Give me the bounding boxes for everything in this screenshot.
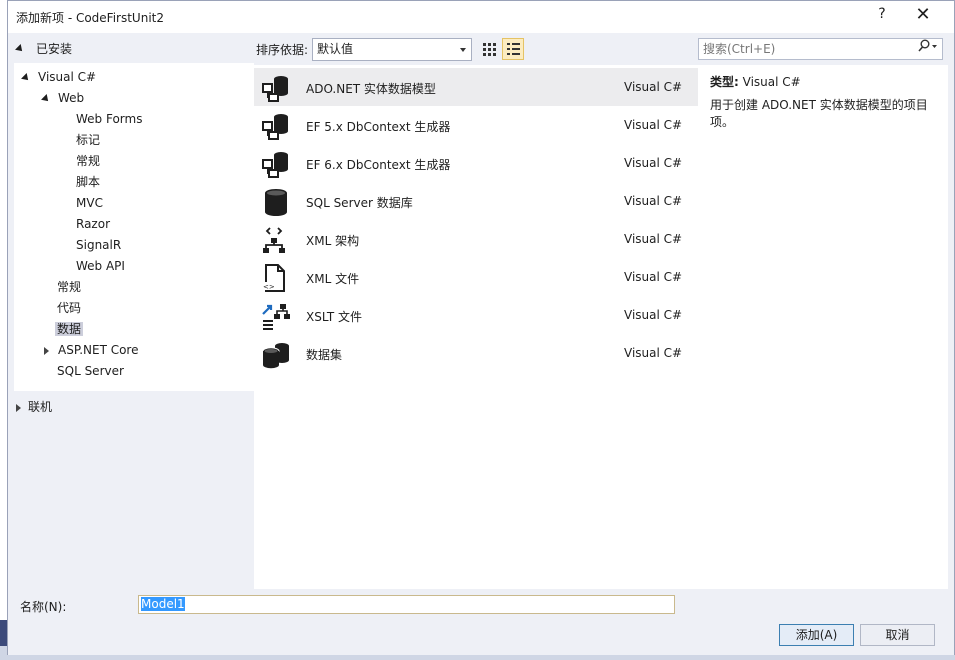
help-button[interactable]: ? [872,6,892,22]
template-item-xslt-file[interactable]: XSLT 文件 Visual C# [254,296,698,334]
tree-node-aspnet-core[interactable]: ASP.NET Core [44,340,140,360]
sort-bar: 排序依据: 默认值 [256,37,473,61]
template-name: EF 6.x DbContext 生成器 [306,158,451,172]
template-language: Visual C# [624,118,683,132]
template-name: XML 架构 [306,234,360,248]
add-button[interactable]: 添加(A) [779,624,854,646]
category-tree-panel: 已安装 Visual C# Web Web Forms 标记 常规 脚本 MVC… [8,33,254,589]
ef6-dbcontext-icon [262,152,288,178]
sort-dropdown[interactable]: 默认值 [312,37,473,61]
search-input[interactable]: 搜索(Ctrl+E) [698,38,943,60]
tree-node-razor[interactable]: Razor [74,214,112,234]
expanded-arrow-icon[interactable] [21,72,31,83]
xml-schema-icon [263,227,285,253]
list-view-button[interactable] [502,38,524,60]
database-icon [265,189,287,216]
grid-view-icon [483,43,496,56]
sort-label: 排序依据: [256,42,309,57]
template-name: ADO.NET 实体数据模型 [306,82,436,96]
svg-text:<>: <> [263,283,275,291]
dialog-title: 添加新项 - CodeFirstUnit2 [16,11,164,25]
tree-node-online[interactable]: 联机 [16,397,52,417]
expanded-arrow-icon[interactable] [41,93,51,104]
tree-node-data[interactable]: 数据 [55,319,84,339]
category-tree: Visual C# Web Web Forms 标记 常规 脚本 MVC Raz… [14,63,254,391]
close-button[interactable]: ✕ [910,4,936,25]
xml-file-icon: <> [262,264,285,292]
template-name: SQL Server 数据库 [306,196,413,210]
template-item-ef6[interactable]: EF 6.x DbContext 生成器 Visual C# [254,144,698,182]
search-icon[interactable] [918,39,938,59]
template-name: EF 5.x DbContext 生成器 [306,120,451,134]
template-item-ef5[interactable]: EF 5.x DbContext 生成器 Visual C# [254,106,698,144]
template-item-xml-file[interactable]: <> XML 文件 Visual C# [254,258,698,296]
tree-node-visual-csharp[interactable]: Visual C# [21,67,98,87]
dataset-icon [262,343,289,369]
tree-node-web-api[interactable]: Web API [74,256,127,276]
tree-node-general[interactable]: 常规 [55,277,83,297]
installed-label: 已安装 [36,42,73,56]
template-language: Visual C# [624,80,683,94]
collapsed-arrow-icon[interactable] [44,346,49,355]
tree-node-sql-server[interactable]: SQL Server [55,361,126,381]
template-list: ADO.NET 实体数据模型 Visual C# EF 5.x DbContex… [254,65,698,589]
template-language: Visual C# [624,270,683,284]
expanded-arrow-icon[interactable] [15,43,25,54]
ef5-dbcontext-icon [262,114,288,140]
template-name: XSLT 文件 [306,310,363,324]
template-item-sql-database[interactable]: SQL Server 数据库 Visual C# [254,182,698,220]
template-name: XML 文件 [306,272,360,286]
template-item-xml-schema[interactable]: XML 架构 Visual C# [254,220,698,258]
template-item-ado-net[interactable]: ADO.NET 实体数据模型 Visual C# [254,68,698,106]
name-input[interactable]: Model1 [138,595,675,614]
template-language: Visual C# [624,308,683,322]
tree-node-markup[interactable]: 标记 [74,130,102,150]
tree-node-script[interactable]: 脚本 [74,172,102,192]
list-view-icon [507,43,520,55]
chevron-down-icon [460,47,467,52]
tree-node-web-general[interactable]: 常规 [74,151,102,171]
title-bar: 添加新项 - CodeFirstUnit2 ? ✕ [8,1,954,33]
tree-node-mvc[interactable]: MVC [74,193,105,213]
tree-node-web[interactable]: Web [41,88,86,108]
description-text: 用于创建 ADO.NET 实体数据模型的项目项。 [710,98,928,129]
ado-entity-model-icon [262,76,288,102]
small-icons-view-button[interactable] [478,38,500,60]
installed-header[interactable]: 已安装 [15,40,73,57]
template-language: Visual C# [624,232,683,246]
tree-node-signalr[interactable]: SignalR [74,235,123,255]
bottom-bar: 名称(N): Model1 添加(A) 取消 [8,589,954,655]
template-language: Visual C# [624,194,683,208]
tree-node-web-forms[interactable]: Web Forms [74,109,144,129]
tree-node-code[interactable]: 代码 [55,298,83,318]
collapsed-arrow-icon[interactable] [16,403,21,412]
template-item-dataset[interactable]: 数据集 Visual C# [254,334,698,372]
description-type: 类型: Visual C# [710,75,801,89]
description-panel: 类型: Visual C# 用于创建 ADO.NET 实体数据模型的项目项。 [698,65,948,589]
template-name: 数据集 [306,348,343,362]
xslt-file-icon [262,304,290,330]
cancel-button[interactable]: 取消 [860,624,935,646]
template-language: Visual C# [624,156,683,170]
template-language: Visual C# [624,346,683,360]
name-label: 名称(N): [20,600,67,614]
add-new-item-dialog: 添加新项 - CodeFirstUnit2 ? ✕ 已安装 Visual C# … [7,0,955,655]
